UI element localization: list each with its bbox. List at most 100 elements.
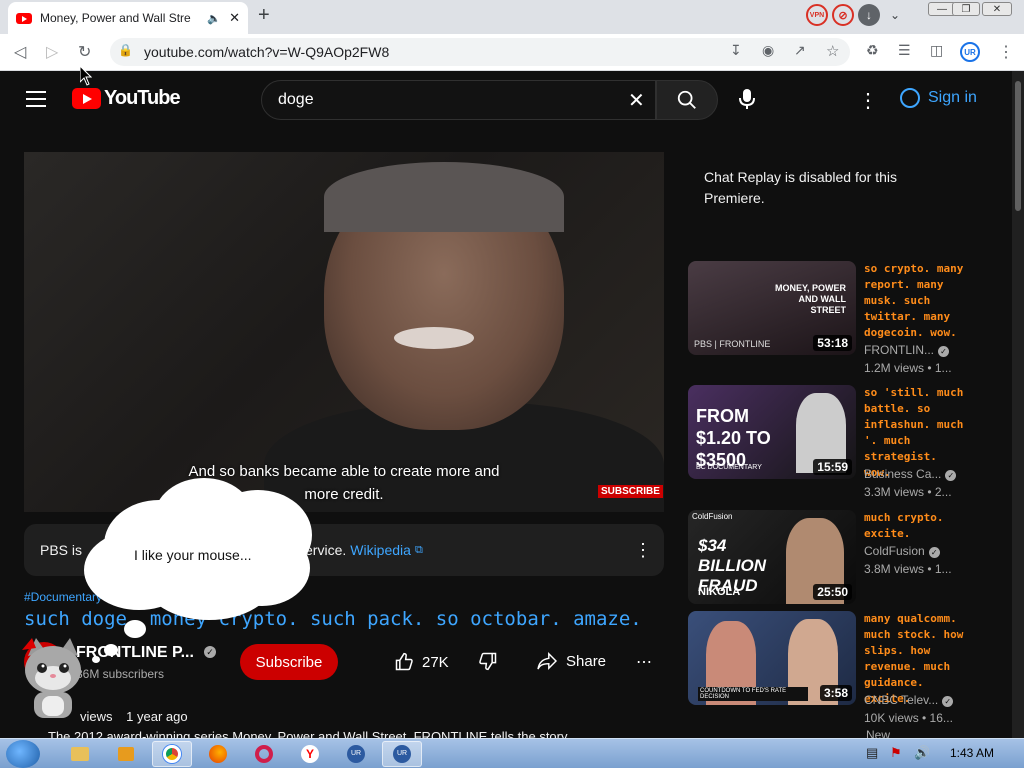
share-button[interactable]: Share — [536, 652, 606, 670]
tray-flag-icon[interactable]: ⚑ — [890, 745, 902, 761]
duration-badge: 3:58 — [819, 685, 852, 701]
recommended-channel[interactable]: ColdFusion ✓ — [864, 544, 940, 558]
info-more-icon[interactable]: ⋮ — [634, 540, 652, 561]
verified-icon: ✓ — [945, 470, 957, 481]
new-tab-button[interactable]: + — [258, 4, 270, 27]
recommended-meta: 3.3M views • 2... — [864, 485, 952, 499]
video-thumbnail[interactable]: FROM $1.20 TO $3500 BC DOCUMENTARY 15:59 — [688, 385, 856, 479]
video-player[interactable]: And so banks became able to create more … — [24, 152, 664, 512]
speaker-icon[interactable]: 🔈 — [207, 12, 221, 25]
tray-volume-icon[interactable]: 🔊 — [914, 745, 930, 761]
install-icon[interactable]: ↧ — [730, 42, 742, 59]
video-thumbnail[interactable]: COUNTDOWN TO FED'S RATE DECISION 3:58 — [688, 611, 856, 705]
page-scrollbar[interactable] — [1012, 71, 1024, 738]
yandex-icon[interactable]: Y — [290, 741, 330, 767]
chrome-taskbar-icon[interactable] — [152, 741, 192, 767]
recommended-channel-name: FRONTLIN... — [864, 343, 935, 357]
verified-icon: ✓ — [204, 646, 216, 658]
start-button[interactable] — [6, 740, 40, 768]
video-thumbnail[interactable]: MONEY, POWER AND WALL STREET PBS | FRONT… — [688, 261, 856, 355]
taskbar-clock[interactable]: 1:43 AM — [950, 746, 994, 760]
bubble-text: I like your mouse... — [134, 547, 252, 563]
chat-replay-message: Chat Replay is disabled for this Premier… — [704, 169, 897, 206]
youtube-logo-text: YouTube — [104, 87, 181, 109]
thumbnail-subtext: PBS | FRONTLINE — [694, 339, 771, 349]
file-explorer-icon[interactable] — [60, 741, 100, 767]
browser-tab[interactable]: Money, Power and Wall Stre 🔈 ✕ — [8, 2, 248, 34]
media-control-icon[interactable]: ☰ — [898, 42, 911, 59]
search-button[interactable] — [656, 80, 718, 120]
verified-icon: ✓ — [928, 547, 940, 558]
youtube-play-logo-icon — [72, 88, 101, 109]
profile-avatar[interactable]: UR — [960, 42, 980, 62]
video-thumbnail[interactable]: ColdFusion $34 BILLION FRAUD NIKOLA 25:5… — [688, 510, 856, 604]
thumbnail-text: FROM $1.20 TO $3500 — [696, 406, 771, 470]
ur-browser-active-icon[interactable]: UR — [382, 741, 422, 767]
firefox-icon[interactable] — [198, 741, 238, 767]
tab-title: Money, Power and Wall Stre — [40, 11, 191, 25]
like-button[interactable]: 27K — [394, 652, 449, 672]
subscribe-watermark[interactable]: SUBSCRIBE — [598, 485, 663, 498]
lock-icon[interactable]: 🔒 — [118, 43, 133, 57]
vpn-label: VPN — [809, 11, 825, 19]
recommended-title[interactable]: so crypto. many report. many musk. such … — [864, 261, 964, 341]
forward-icon[interactable]: ▷ — [46, 42, 58, 62]
profile-initials: UR — [964, 47, 976, 57]
search-icon — [677, 90, 696, 109]
bookmark-star-icon[interactable]: ☆ — [826, 42, 839, 60]
close-window-button[interactable]: ✕ — [982, 2, 1012, 16]
search-input[interactable]: doge — [261, 80, 656, 120]
thought-bubble — [84, 470, 314, 663]
recommended-video[interactable]: MONEY, POWER AND WALL STREET PBS | FRONT… — [688, 261, 1008, 375]
hamburger-menu-icon[interactable] — [26, 91, 46, 112]
media-player-icon[interactable] — [106, 741, 146, 767]
like-count: 27K — [422, 653, 449, 671]
clear-search-icon[interactable]: ✕ — [628, 88, 645, 113]
cat-mascot-icon — [22, 638, 81, 718]
eye-off-icon[interactable]: ◉ — [762, 42, 774, 59]
recommended-video[interactable]: FROM $1.20 TO $3500 BC DOCUMENTARY 15:59… — [688, 385, 1008, 499]
scrollbar-thumb[interactable] — [1015, 81, 1021, 211]
recommended-channel-name: Business Ca... — [864, 467, 942, 481]
restore-button[interactable]: ❐ — [952, 2, 980, 16]
more-actions-icon[interactable]: ⋯ — [636, 652, 652, 672]
tray-network-icon[interactable]: ▤ — [866, 745, 878, 761]
recommended-channel[interactable]: Business Ca... ✓ — [864, 467, 957, 481]
recommended-video[interactable]: COUNTDOWN TO FED'S RATE DECISION 3:58 ma… — [688, 611, 1008, 725]
upload-age: 1 year ago — [126, 709, 188, 724]
sign-in-label: Sign in — [928, 89, 977, 106]
reload-icon[interactable]: ↻ — [78, 42, 91, 62]
recommended-channel[interactable]: FRONTLIN... ✓ — [864, 343, 950, 357]
tab-search-chevron-icon[interactable]: ⌄ — [890, 8, 900, 22]
opera-icon[interactable] — [244, 741, 284, 767]
voice-search-mic-icon[interactable] — [738, 88, 756, 115]
share-arrow-icon — [537, 652, 558, 670]
youtube-logo[interactable]: YouTube — [72, 87, 181, 110]
recommended-video[interactable]: ColdFusion $34 BILLION FRAUD NIKOLA 25:5… — [688, 510, 1008, 610]
ur-browser-icon[interactable]: UR — [336, 741, 376, 767]
browser-toolbar: ◁ ▷ ↻ youtube.com/watch?v=W-Q9AOp2FW8 🔒 … — [0, 34, 1024, 71]
share-page-icon[interactable]: ↗ — [794, 42, 806, 59]
external-link-icon: ⧉ — [414, 543, 423, 556]
dislike-button[interactable] — [478, 651, 498, 676]
close-tab-icon[interactable]: ✕ — [229, 10, 240, 26]
subscribe-button[interactable]: Subscribe — [240, 644, 338, 680]
back-icon[interactable]: ◁ — [14, 42, 26, 62]
recommended-channel-name: CNBC Telev... — [864, 693, 939, 707]
vpn-extension-icon[interactable]: VPN — [806, 4, 828, 26]
settings-more-icon[interactable]: ⋮ — [858, 88, 878, 113]
blocker-extension-icon[interactable]: ⊘ — [832, 4, 854, 26]
browser-menu-icon[interactable]: ⋮ — [998, 42, 1014, 62]
recommended-meta: 10K views • 16... — [864, 711, 953, 725]
download-extension-icon[interactable]: ↓ — [858, 4, 880, 26]
sign-in-button[interactable]: Sign in — [900, 88, 977, 108]
recommended-title[interactable]: much crypto. excite. — [864, 510, 964, 542]
recommended-channel[interactable]: CNBC Telev... ✓ — [864, 693, 954, 707]
extensions-puzzle-icon[interactable]: ♻ — [866, 42, 879, 59]
recommended-meta: 1.2M views • 1... — [864, 361, 952, 375]
youtube-favicon-icon — [16, 12, 32, 24]
wikipedia-link[interactable]: Wikipedia — [350, 542, 411, 558]
verified-icon: ✓ — [942, 696, 954, 707]
side-panel-icon[interactable]: ◫ — [930, 42, 943, 59]
coldfusion-watermark: ColdFusion — [692, 512, 733, 521]
